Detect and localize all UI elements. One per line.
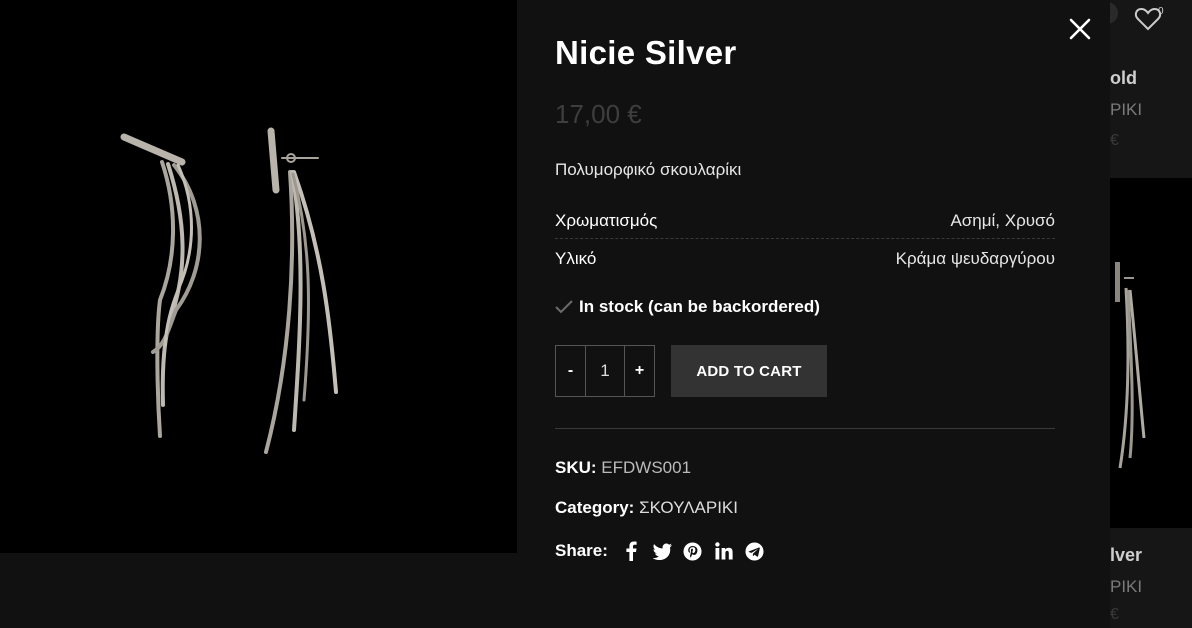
product-image[interactable]: [0, 0, 517, 553]
twitter-icon[interactable]: [651, 540, 673, 562]
quantity-increase-button[interactable]: +: [625, 346, 654, 396]
wishlist-button[interactable]: 0: [1134, 6, 1174, 36]
background-product-category[interactable]: ΡΙΚΙ: [1110, 100, 1142, 120]
sku-value: EFDWS001: [601, 458, 692, 477]
background-product-name[interactable]: lver: [1110, 545, 1142, 566]
background-product-image[interactable]: [1110, 178, 1192, 528]
attribute-row-color: Χρωματισμός Ασημί, Χρυσό: [555, 201, 1055, 239]
product-sku: SKU: EFDWS001: [555, 458, 691, 478]
add-to-cart-button[interactable]: ADD TO CART: [671, 345, 827, 397]
attribute-value: Κράμα ψευδαργύρου: [895, 249, 1055, 268]
linkedin-icon[interactable]: [713, 540, 735, 562]
quantity-stepper: - 1 +: [555, 345, 655, 397]
product-price: 17,00 €: [555, 99, 642, 129]
quantity-decrease-button[interactable]: -: [556, 346, 585, 396]
stock-status: In stock (can be backordered): [555, 297, 820, 317]
divider: [555, 428, 1055, 429]
background-product-price: €: [1110, 606, 1119, 623]
quantity-input[interactable]: 1: [585, 346, 625, 396]
close-button[interactable]: [1066, 15, 1094, 43]
stock-status-text: In stock (can be backordered): [579, 297, 820, 316]
background-product-name[interactable]: old: [1110, 68, 1137, 89]
category-label: Category:: [555, 498, 635, 517]
pinterest-icon[interactable]: [682, 540, 704, 562]
attribute-label: Υλικό: [555, 249, 597, 268]
quick-view-modal: Nicie Silver 17,00 € Πολυμορφικό σκουλαρ…: [0, 0, 1110, 628]
background-product-grid: old ΡΙΚΙ € lver ΡΙΚΙ €: [1110, 0, 1192, 628]
attribute-row-material: Υλικό Κράμα ψευδαργύρου: [555, 239, 1055, 277]
earring-image: [1115, 262, 1146, 469]
category-link[interactable]: ΣΚΟΥΛΑΡΙΚΙ: [639, 498, 738, 517]
telegram-icon[interactable]: [744, 540, 766, 562]
product-title: Nicie Silver: [555, 34, 737, 71]
attribute-value: Ασημί, Χρυσό: [950, 211, 1055, 230]
product-short-description: Πολυμορφικό σκουλαρίκι: [555, 160, 742, 179]
share-row: Share:: [555, 540, 775, 562]
attribute-label: Χρωματισμός: [555, 211, 658, 230]
check-icon: [555, 300, 573, 314]
background-product-price: €: [1110, 132, 1119, 149]
earring-image: [120, 127, 338, 454]
product-category: Category: ΣΚΟΥΛΑΡΙΚΙ: [555, 498, 738, 518]
background-product-category[interactable]: ΡΙΚΙ: [1110, 577, 1142, 597]
facebook-icon[interactable]: [620, 540, 642, 562]
sku-label: SKU:: [555, 458, 597, 477]
share-label: Share:: [555, 541, 608, 560]
close-icon: [1069, 18, 1091, 40]
wishlist-count: 0: [1158, 6, 1164, 17]
